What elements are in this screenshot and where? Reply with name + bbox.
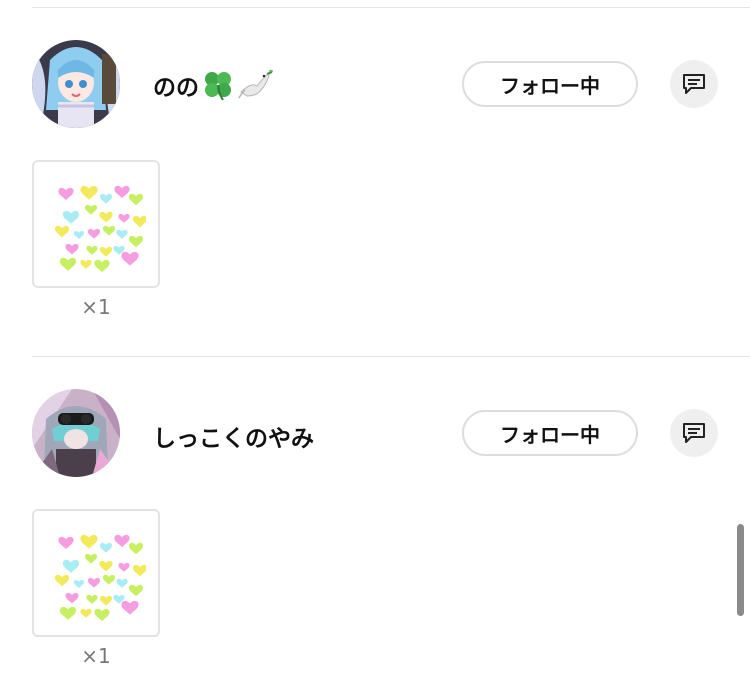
message-button[interactable] bbox=[670, 409, 718, 457]
gift-count: ×1 bbox=[81, 295, 111, 319]
divider bbox=[32, 356, 750, 357]
avatar[interactable] bbox=[32, 40, 120, 128]
chat-icon bbox=[683, 423, 705, 443]
gift-supporters-list: のの フォロー中 ×1 しっこくのやみ フォロー中 ×1 bbox=[0, 0, 750, 698]
dove-icon bbox=[237, 68, 273, 102]
gift-item[interactable] bbox=[32, 509, 160, 637]
gift-item[interactable] bbox=[32, 160, 160, 288]
chat-icon bbox=[683, 74, 705, 94]
username-text: のの bbox=[153, 75, 199, 101]
gift-count: ×1 bbox=[81, 644, 111, 668]
message-button[interactable] bbox=[670, 60, 718, 108]
avatar[interactable] bbox=[32, 389, 120, 477]
username[interactable]: のの bbox=[153, 68, 273, 102]
hearts-gift-icon bbox=[54, 185, 146, 272]
username[interactable]: しっこくのやみ bbox=[153, 419, 314, 453]
following-button[interactable]: フォロー中 bbox=[462, 61, 638, 107]
scrollbar-thumb[interactable] bbox=[737, 524, 744, 616]
following-button[interactable]: フォロー中 bbox=[462, 410, 638, 456]
clover-icon bbox=[201, 68, 235, 102]
divider bbox=[32, 7, 750, 8]
username-text: しっこくのやみ bbox=[153, 426, 314, 452]
hearts-gift-icon bbox=[54, 534, 146, 621]
